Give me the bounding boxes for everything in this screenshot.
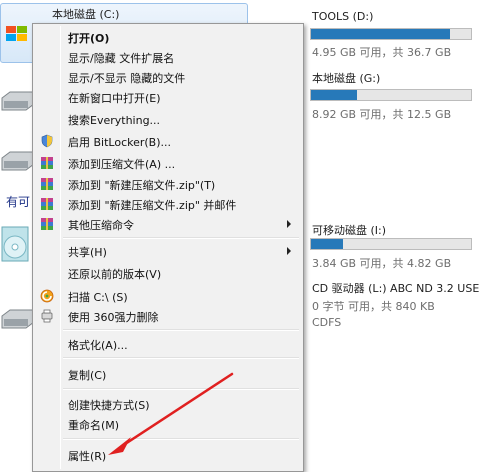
menu-item-add-to-archive[interactable]: 添加到压缩文件(A) ... [35, 153, 301, 173]
windows-logo-icon [6, 26, 27, 41]
360-delete-icon [41, 309, 53, 323]
drive-l-info: 0 字节 可用，共 840 KB [312, 300, 435, 313]
drive-i-info: 3.84 GB 可用，共 4.82 GB [312, 257, 452, 270]
drive-d-usage-bar [310, 28, 472, 40]
drive-i-usage-fill [311, 239, 343, 249]
menu-item-rename[interactable]: 重命名(M) [35, 414, 301, 434]
menu-item-label: 添加到 "新建压缩文件.zip" 并邮件 [68, 199, 237, 212]
hard-drive-icon [1, 151, 35, 171]
menu-item-label: 格式化(A)... [68, 339, 128, 352]
menu-item-properties[interactable]: 属性(R) [35, 445, 301, 465]
menu-item-label: 扫描 C:\ (S) [68, 291, 128, 304]
menu-item-toggle-extensions[interactable]: 显示/隐藏 文件扩展名 [35, 47, 301, 67]
shield-icon [41, 134, 53, 148]
menu-separator [63, 438, 299, 440]
menu-separator [63, 357, 299, 359]
submenu-arrow-icon [287, 247, 291, 255]
archive-icon [41, 178, 53, 190]
menu-item-copy[interactable]: 复制(C) [35, 364, 301, 384]
menu-item-label: 添加到 "新建压缩文件.zip"(T) [68, 179, 216, 192]
menu-item-bitlocker[interactable]: 启用 BitLocker(B)... [35, 131, 301, 151]
hard-drive-icon [1, 309, 35, 329]
menu-item-restore-previous-versions[interactable]: 还原以前的版本(V) [35, 263, 301, 283]
menu-item-label: 显示/不显示 隐藏的文件 [68, 72, 186, 85]
drive-d-name: TOOLS (D:) [312, 10, 374, 23]
360-scan-icon [40, 289, 54, 303]
menu-item-label: 复制(C) [68, 369, 107, 382]
drive-l-name: CD 驱动器 (L:) ABC ND 3.2 USE [312, 282, 480, 295]
menu-item-label: 在新窗口中打开(E) [68, 92, 161, 105]
drive-g-usage-fill [311, 90, 358, 100]
menu-item-label: 创建快捷方式(S) [68, 399, 150, 412]
archive-icon [41, 218, 53, 230]
hard-drive-icon [1, 91, 35, 111]
menu-item-toggle-hidden-files[interactable]: 显示/不显示 隐藏的文件 [35, 67, 301, 87]
drive-l-filesystem: CDFS [312, 316, 342, 329]
menu-item-format[interactable]: 格式化(A)... [35, 334, 301, 354]
menu-item-label: 属性(R) [68, 450, 107, 463]
context-menu: 打开(O) 显示/隐藏 文件扩展名 显示/不显示 隐藏的文件 在新窗口中打开(E… [32, 23, 304, 472]
menu-item-add-to-zip-and-email[interactable]: 添加到 "新建压缩文件.zip" 并邮件 [35, 194, 301, 214]
submenu-arrow-icon [287, 220, 291, 228]
drive-g-name: 本地磁盘 (G:) [312, 72, 381, 85]
menu-item-create-shortcut[interactable]: 创建快捷方式(S) [35, 394, 301, 414]
drive-d-info: 4.95 GB 可用，共 36.7 GB [312, 46, 452, 59]
drive-g-usage-bar [310, 89, 472, 101]
menu-item-search-everything[interactable]: 搜索Everything... [35, 109, 301, 129]
menu-item-label: 显示/隐藏 文件扩展名 [68, 52, 175, 65]
menu-item-360-force-delete[interactable]: 使用 360强力删除 [35, 306, 301, 326]
menu-item-share[interactable]: 共享(H) [35, 241, 301, 261]
menu-separator [63, 388, 299, 390]
menu-item-other-compress-commands[interactable]: 其他压缩命令 [35, 214, 301, 234]
menu-item-label: 搜索Everything... [68, 114, 161, 127]
menu-item-label: 其他压缩命令 [68, 219, 134, 232]
drive-d-usage-fill [311, 29, 451, 39]
archive-icon [41, 198, 53, 210]
menu-item-label: 还原以前的版本(V) [68, 268, 162, 281]
menu-item-label: 添加到压缩文件(A) ... [68, 158, 176, 171]
menu-separator [63, 329, 299, 331]
drive-i-usage-bar [310, 238, 472, 250]
menu-item-label: 启用 BitLocker(B)... [68, 136, 172, 149]
menu-item-label: 重命名(M) [68, 419, 120, 432]
menu-item-open[interactable]: 打开(O) [35, 27, 301, 47]
menu-item-add-to-zip[interactable]: 添加到 "新建压缩文件.zip"(T) [35, 174, 301, 194]
cd-drive-icon [1, 226, 29, 262]
section-label-removable: 有可 [6, 195, 31, 209]
menu-item-label: 打开(O) [68, 32, 110, 45]
drive-c-name: 本地磁盘 (C:) [52, 8, 120, 21]
drive-g-info: 8.92 GB 可用，共 12.5 GB [312, 108, 452, 121]
archive-icon [41, 157, 53, 169]
menu-item-scan-360[interactable]: 扫描 C:\ (S) [35, 286, 301, 306]
menu-item-open-new-window[interactable]: 在新窗口中打开(E) [35, 87, 301, 107]
drive-i-name: 可移动磁盘 (I:) [312, 224, 387, 237]
menu-item-label: 使用 360强力删除 [68, 311, 159, 324]
menu-separator [63, 237, 299, 239]
menu-item-label: 共享(H) [68, 246, 107, 259]
